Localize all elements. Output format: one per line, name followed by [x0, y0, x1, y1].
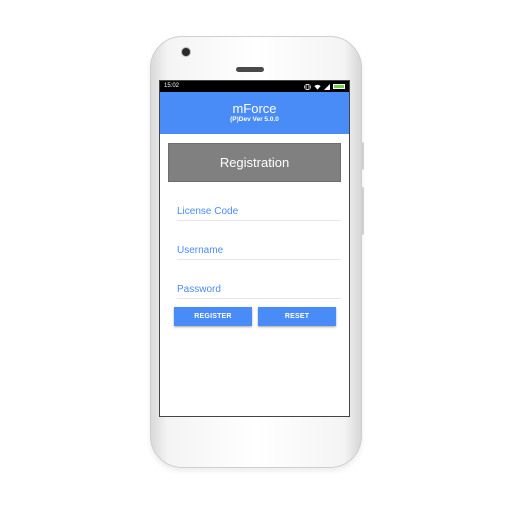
volume-button[interactable] [361, 187, 364, 235]
password-input[interactable] [177, 284, 341, 295]
username-input[interactable] [177, 245, 341, 256]
battery-fill [334, 85, 344, 88]
registration-form [160, 182, 349, 299]
power-button[interactable] [361, 142, 364, 170]
reset-button[interactable]: RESET [258, 307, 336, 326]
app-bar: mForce (P)Dev Ver 5.0.0 [160, 92, 349, 134]
registration-header: Registration [168, 143, 341, 182]
signal-icon [324, 83, 330, 90]
battery-icon [333, 84, 345, 89]
license-code-field-row [177, 182, 341, 221]
status-icons [304, 83, 345, 90]
app-version: (P)Dev Ver 5.0.0 [230, 116, 279, 123]
front-camera [182, 48, 190, 56]
earpiece-speaker [236, 67, 264, 72]
form-actions: REGISTER RESET [160, 307, 349, 326]
register-button[interactable]: REGISTER [174, 307, 252, 326]
password-field-row [177, 260, 341, 299]
license-code-input[interactable] [177, 206, 341, 217]
wifi-icon [314, 84, 321, 90]
vibrate-icon [304, 83, 311, 90]
status-time: 15:02 [164, 83, 180, 89]
username-field-row [177, 221, 341, 260]
app-title: mForce [232, 101, 277, 116]
status-bar: 15:02 [160, 81, 349, 92]
stage: 15:02 mForce (P)Dev Ver 5.0.0 Registrati… [0, 0, 511, 512]
phone-screen: 15:02 mForce (P)Dev Ver 5.0.0 Registrati… [159, 80, 350, 417]
